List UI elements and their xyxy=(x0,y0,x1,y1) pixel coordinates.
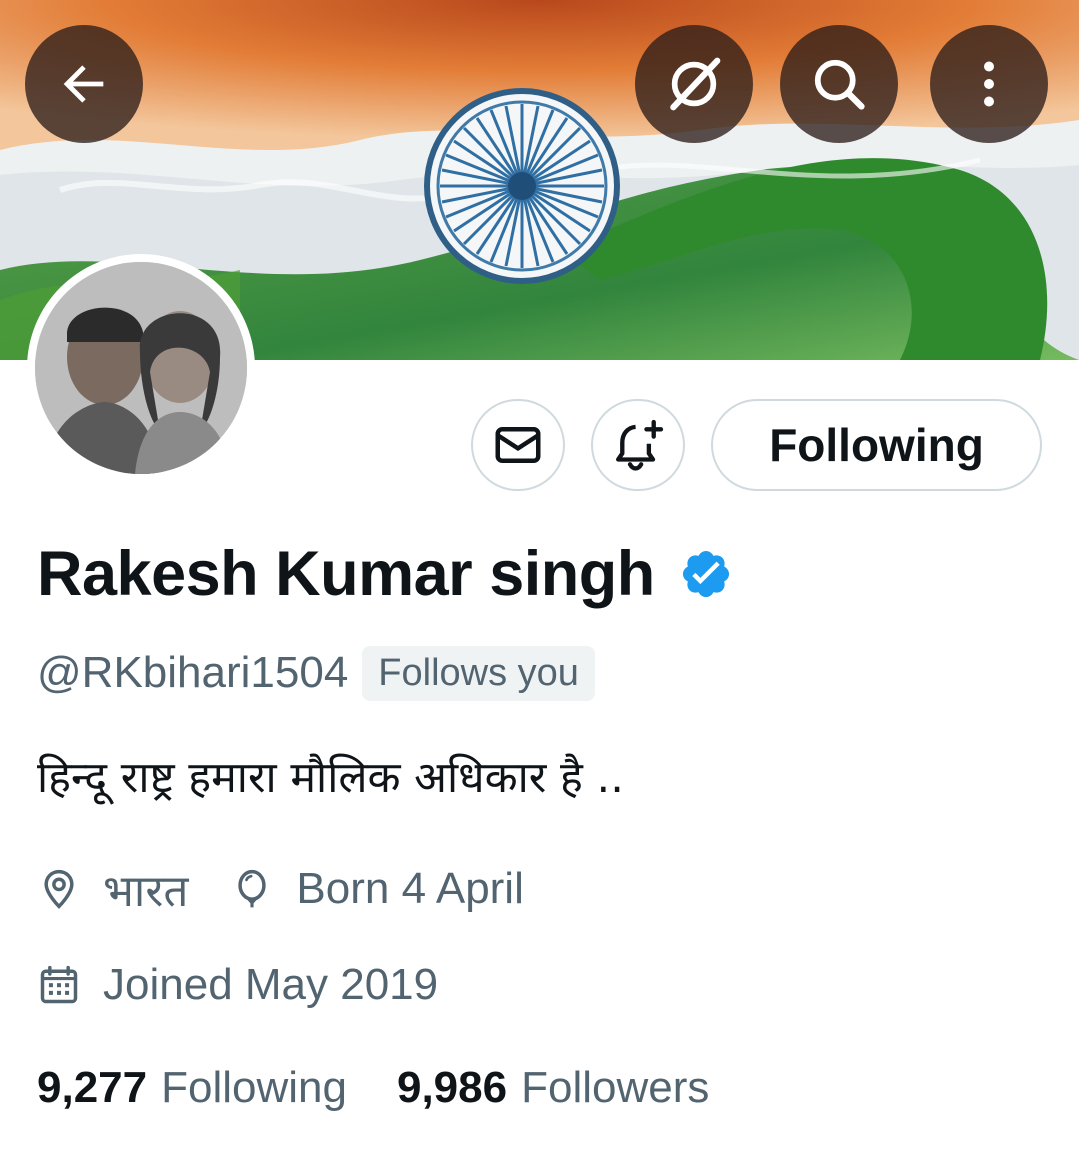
more-vertical-icon xyxy=(984,61,994,107)
joined-item: Joined May 2019 xyxy=(37,960,438,1010)
grok-button[interactable] xyxy=(635,25,753,143)
back-button[interactable] xyxy=(25,25,143,143)
followers-label: Followers xyxy=(521,1063,710,1112)
follows-you-badge: Follows you xyxy=(362,645,595,701)
envelope-icon xyxy=(495,427,541,463)
avatar[interactable] xyxy=(35,262,247,474)
profile-bio: हिन्दू राष्ट्र हमारा मौलिक अधिकार है .. xyxy=(37,753,624,803)
profile-name-row: Rakesh Kumar singh xyxy=(37,534,733,614)
arrow-left-icon xyxy=(63,65,104,103)
birthday-text: Born 4 April xyxy=(296,864,524,913)
location-text: भारत xyxy=(103,867,189,916)
verified-badge-icon[interactable] xyxy=(679,547,733,601)
avatar-image xyxy=(35,262,247,474)
bell-plus-icon xyxy=(616,419,664,471)
joined-text: Joined May 2019 xyxy=(103,960,439,1009)
search-button[interactable] xyxy=(780,25,898,143)
avatar-frame[interactable] xyxy=(27,254,255,482)
search-icon xyxy=(814,59,865,110)
notifications-button[interactable] xyxy=(591,399,685,491)
balloon-icon xyxy=(238,869,267,908)
display-name: Rakesh Kumar singh xyxy=(37,539,655,609)
following-count: 9,277 xyxy=(37,1063,148,1112)
profile-meta-row-joined: Joined May 2019 xyxy=(37,954,438,1016)
user-handle: @RKbihari1504 xyxy=(37,648,349,697)
location-pin-icon xyxy=(44,869,74,909)
followers-stat[interactable]: 9,986 Followers xyxy=(397,1063,709,1113)
more-options-button[interactable] xyxy=(930,25,1048,143)
calendar-icon xyxy=(40,965,78,1004)
following-button-label: Following xyxy=(769,419,984,471)
following-label: Following xyxy=(161,1063,347,1112)
profile-meta-row: भारत Born 4 April xyxy=(37,858,524,920)
location-item: भारत xyxy=(37,859,188,919)
birthday-item: Born 4 April xyxy=(230,864,524,914)
following-button[interactable]: Following xyxy=(711,399,1042,491)
profile-stats: 9,277 Following 9,986 Followers xyxy=(37,1058,709,1118)
handle-row: @RKbihari1504 Follows you xyxy=(37,643,595,703)
message-button[interactable] xyxy=(471,399,565,491)
grok-icon xyxy=(670,57,721,111)
following-stat[interactable]: 9,277 Following xyxy=(37,1063,347,1113)
followers-count: 9,986 xyxy=(396,1063,508,1112)
